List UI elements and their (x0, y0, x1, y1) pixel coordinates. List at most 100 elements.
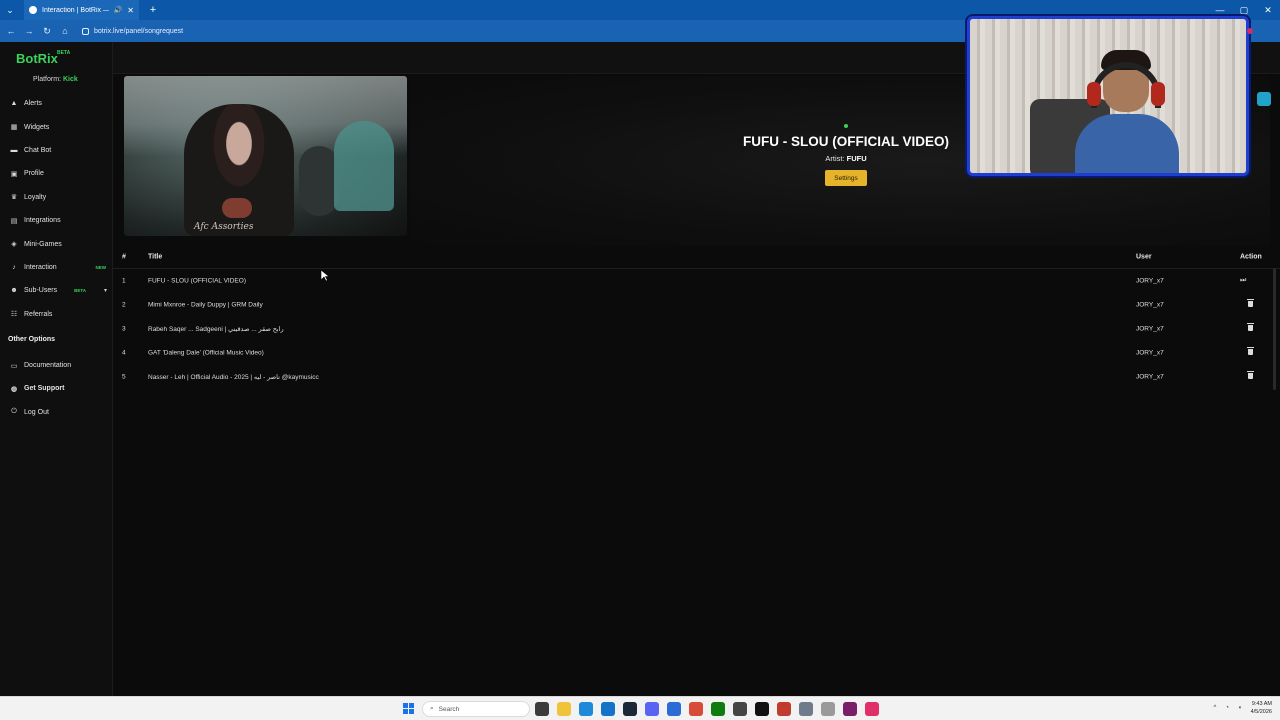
table-row[interactable]: 1 FUFU - SLOU (OFFICIAL VIDEO) JORY_x7 ⏭ (113, 269, 1280, 293)
tiktok-icon[interactable] (755, 702, 769, 716)
trash-icon[interactable] (1247, 299, 1254, 309)
discord-icon[interactable] (645, 702, 659, 716)
settings-app-icon[interactable] (821, 702, 835, 716)
row-title: Mimi Mxnroe - Daily Duppy | GRM Daily (148, 301, 263, 309)
sidebar-item-integrations[interactable]: ▤ Integrations (0, 209, 113, 232)
chrome-icon[interactable] (689, 702, 703, 716)
table-row[interactable]: 2 Mimi Mxnroe - Daily Duppy | GRM Daily … (113, 293, 1280, 317)
table-row[interactable]: 5 Nasser - Leh | Official Audio - 2025 |… (113, 365, 1280, 389)
integrations-icon: ▤ (10, 217, 18, 225)
botrix-logo[interactable]: BotRix (16, 51, 58, 66)
speaker-icon[interactable]: 🔊 (114, 6, 123, 14)
sidebar-item-interaction[interactable]: ♪ Interaction NEW (0, 256, 113, 279)
sidebar-item-get-support[interactable]: ◍ Get Support (0, 377, 113, 400)
tab-title: Interaction | BotRix — Clou (42, 6, 109, 14)
platform-indicator[interactable]: Platform: Kick (33, 76, 78, 83)
sidebar-item-widgets[interactable]: ▦ Widgets (0, 115, 113, 138)
system-tray: ^ ◔ ◖ 9:43 AM 4/5/2026 (1214, 700, 1273, 716)
edge-icon[interactable] (579, 702, 593, 716)
row-number: 1 (122, 277, 126, 285)
trash-icon[interactable] (1247, 347, 1254, 357)
widgets-icon: ▦ (10, 124, 18, 132)
sidebar-item-profile[interactable]: ▣ Profile (0, 162, 113, 185)
wifi-icon[interactable]: ◔ (1225, 705, 1229, 711)
file-explorer-icon[interactable] (535, 702, 549, 716)
video-figure-right (334, 121, 394, 211)
volume-icon[interactable]: ◖ (1238, 705, 1242, 711)
home-icon[interactable]: ⌂ (58, 24, 72, 38)
table-row[interactable]: 4 GAT 'Daleng Dale' (Official Music Vide… (113, 341, 1280, 365)
sidebar-item-log-out[interactable]: ⏻ Log Out (0, 401, 113, 424)
capcut-icon[interactable] (865, 702, 879, 716)
close-window-button[interactable]: ✕ (1256, 0, 1280, 20)
taskbar-apps (535, 702, 879, 716)
bell-icon: ▲ (10, 100, 18, 108)
sidebar-item-sub-users[interactable]: ☻ Sub-Users BETA ▾ (0, 279, 113, 302)
logout-icon: ⏻ (11, 408, 17, 416)
new-badge: NEW (95, 264, 107, 270)
row-user: JORY_x7 (1136, 301, 1164, 309)
row-number: 4 (122, 349, 126, 357)
sidebar-item-label: Loyalty (24, 193, 47, 201)
sidebar-item-label: Log Out (24, 408, 49, 416)
column-header-action: Action (1240, 253, 1262, 261)
sidebar-item-referrals[interactable]: ☷ Referrals (0, 303, 113, 326)
sidebar-item-label: Integrations (24, 217, 61, 225)
app-icon[interactable] (667, 702, 681, 716)
artist-value: FUFU (846, 154, 867, 163)
url-field[interactable]: botrix.live/panel/songrequest (82, 27, 184, 35)
calculator-icon[interactable] (733, 702, 747, 716)
sidebar-item-chat-bot[interactable]: ▬ Chat Bot (0, 139, 113, 162)
row-number: 3 (122, 325, 126, 333)
tab-close-icon[interactable]: ✕ (127, 6, 134, 15)
photos-icon[interactable] (799, 702, 813, 716)
sidebar-item-label: Profile (24, 170, 44, 178)
sidebar-item-label: Documentation (24, 362, 72, 370)
folder-icon[interactable] (557, 702, 571, 716)
taskbar-clock[interactable]: 9:43 AM 4/5/2026 (1251, 700, 1272, 716)
sidebar-item-label: Sub-Users (24, 287, 58, 295)
row-title: Rabeh Saqer ... Sadgeeni | رابح صقر ... … (148, 326, 284, 333)
table-row[interactable]: 3 Rabeh Saqer ... Sadgeeni | رابح صقر ..… (113, 317, 1280, 341)
url-text: botrix.live/panel/songrequest (94, 27, 184, 35)
store-icon[interactable] (601, 702, 615, 716)
sidebar-item-documentation[interactable]: ▭ Documentation (0, 354, 113, 377)
obs-icon[interactable] (777, 702, 791, 716)
tab-list-chevron-icon[interactable]: ⌄ (0, 0, 20, 20)
headset-cup-right (1151, 82, 1165, 106)
column-header-number: # (122, 253, 126, 261)
browser-tab-active[interactable]: Interaction | BotRix — Clou 🔊 ✕ (24, 0, 139, 20)
sidebar-item-mini-games[interactable]: ◈ Mini-Games (0, 232, 113, 255)
new-tab-button[interactable]: + (143, 4, 163, 16)
chevron-down-icon[interactable]: ▾ (104, 287, 107, 294)
row-user: JORY_x7 (1136, 325, 1164, 333)
sidebar-item-alerts[interactable]: ▲ Alerts (0, 92, 113, 115)
extension-icon[interactable] (1257, 92, 1271, 106)
tray-chevron-icon[interactable]: ^ (1214, 705, 1217, 711)
site-info-icon[interactable] (82, 27, 89, 35)
reload-icon[interactable]: ↻ (40, 24, 54, 38)
trash-icon[interactable] (1247, 323, 1254, 333)
back-arrow-icon[interactable]: ← (4, 24, 18, 38)
video-player-thumbnail[interactable]: Afc Assorties (124, 76, 407, 236)
column-header-user: User (1136, 253, 1152, 261)
live-status-dot (844, 124, 848, 128)
taskbar-search[interactable]: ⌕ Search (422, 701, 530, 717)
forward-arrow-icon[interactable]: → (22, 24, 36, 38)
sidebar-item-loyalty[interactable]: ♛ Loyalty (0, 186, 113, 209)
sidebar-item-label: Referrals (24, 310, 53, 318)
webcam-overlay (967, 16, 1249, 176)
artist-label: Artist: (825, 154, 845, 163)
media-app-icon[interactable] (843, 702, 857, 716)
row-user: JORY_x7 (1136, 277, 1164, 285)
windows-start-icon[interactable] (403, 703, 414, 714)
streamer-figure (1065, 50, 1185, 173)
table-scrollbar[interactable] (1273, 268, 1276, 390)
trash-icon[interactable] (1247, 371, 1254, 381)
headset-cup-left (1087, 82, 1101, 106)
column-header-title: Title (148, 253, 163, 261)
skip-icon[interactable]: ⏭ (1240, 277, 1246, 285)
xbox-icon[interactable] (711, 702, 725, 716)
steam-icon[interactable] (623, 702, 637, 716)
settings-button[interactable]: Settings (825, 170, 867, 186)
